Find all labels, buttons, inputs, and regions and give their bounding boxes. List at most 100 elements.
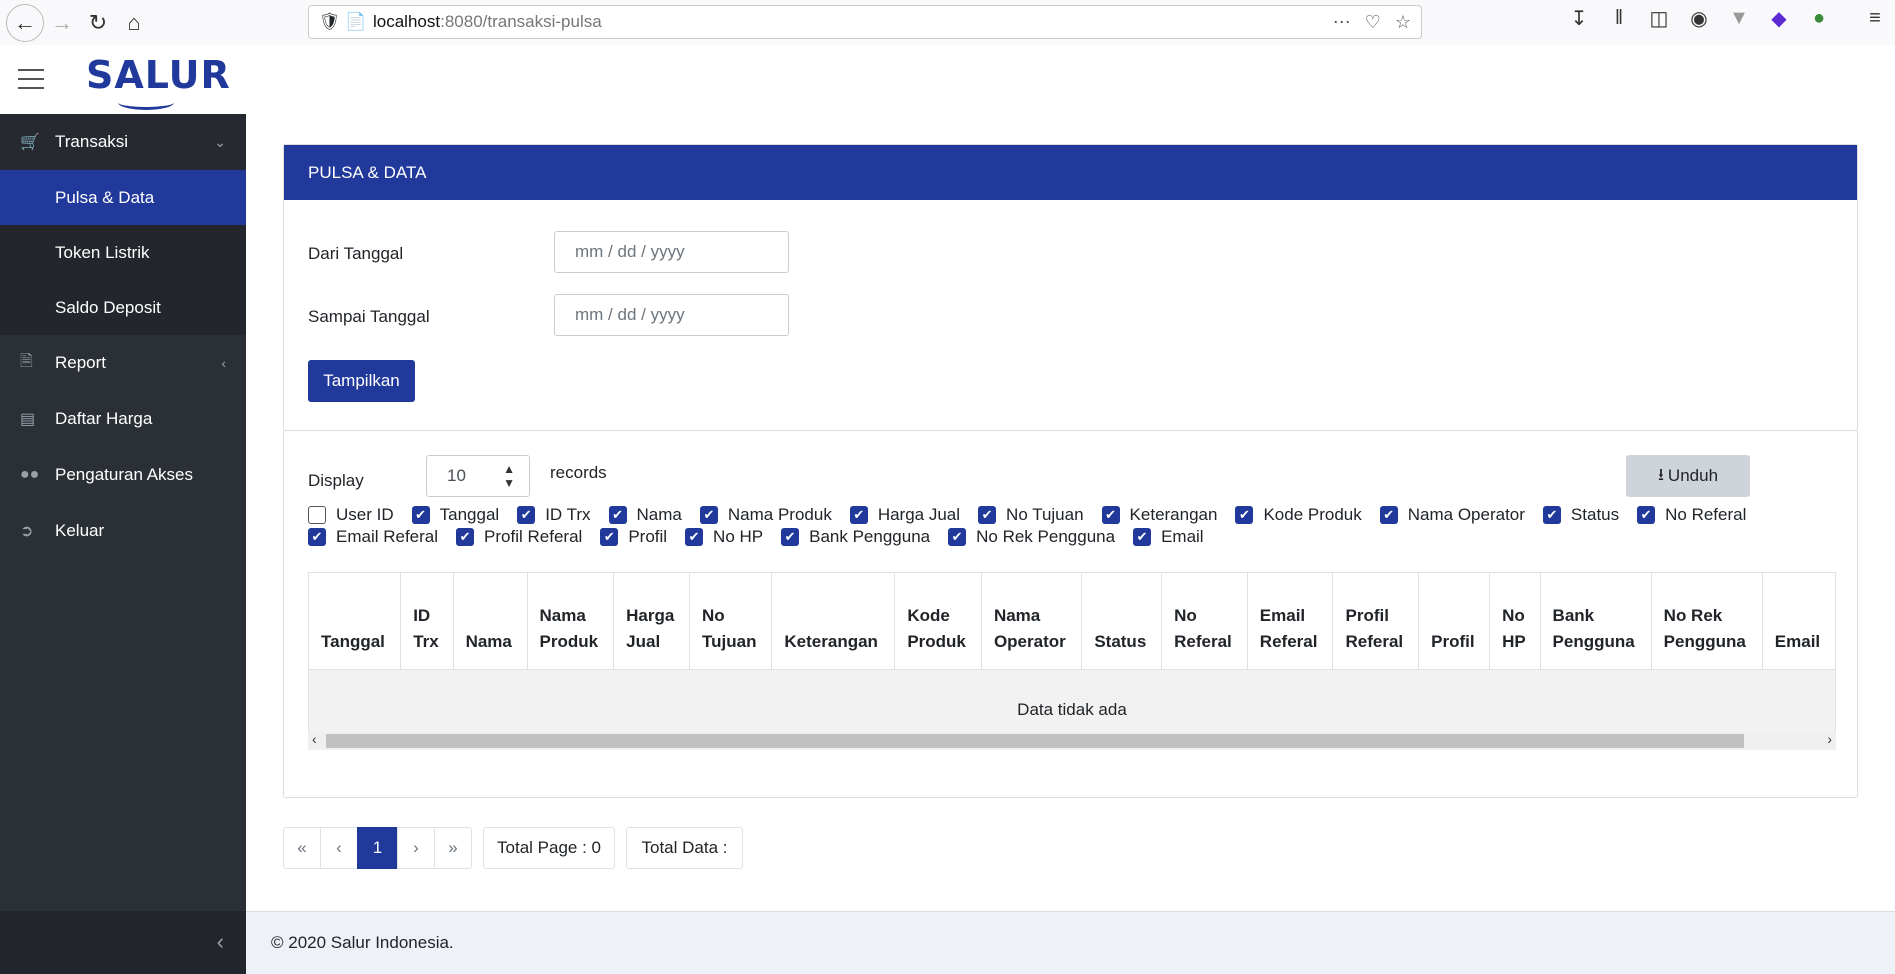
column-toggle-checkbox[interactable]: ✔ Bank Pengguna [781,527,930,547]
unduh-button[interactable]: ⭳ Unduh [1626,455,1750,497]
checkbox-checked-icon[interactable]: ✔ [1133,528,1152,546]
column-toggle-checkbox[interactable]: ✔ No Tujuan [978,505,1084,525]
checkbox-checked-icon[interactable]: ✔ [685,528,704,546]
sidebar-item-pengaturan-akses[interactable]: ●● Pengaturan Akses [0,447,246,503]
column-toggle-checkbox[interactable]: ✔ No Rek Pengguna [948,527,1115,547]
menu-icon[interactable]: ≡ [1861,7,1889,30]
prev-page-button[interactable]: ‹ [320,827,358,869]
download-icon[interactable]: ↧ [1565,6,1593,31]
table-header-cell[interactable]: Nama [452,572,528,670]
table-header-cell[interactable]: Keterangan [771,572,896,670]
table-header-cell[interactable]: Email Referal [1246,572,1334,670]
last-page-button[interactable]: » [434,827,472,869]
horizontal-scrollbar[interactable]: ‹ › [308,731,1836,750]
table-header-cell[interactable]: Status [1081,572,1163,670]
sidebar-item-transaksi[interactable]: 🛒 Transaksi ⌄ [0,114,246,170]
column-toggle-checkbox[interactable]: User ID [308,505,394,525]
column-toggle-checkbox[interactable]: ✔ Email [1133,527,1204,547]
bookmark-star-icon[interactable]: ☆ [1395,12,1411,33]
column-toggle-checkbox[interactable]: ✔ Status [1542,505,1619,525]
column-toggle-checkbox[interactable]: ✔ ID Trx [517,505,591,525]
globe-extension-icon[interactable]: ● [1805,7,1833,30]
table-header-cell[interactable]: No HP [1489,572,1541,670]
from-date-input[interactable]: mm / dd / yyyy [554,231,789,273]
checkbox-checked-icon[interactable]: ✔ [1542,506,1561,524]
sidebar-subitem-pulsa-data[interactable]: Pulsa & Data [0,170,246,225]
checkbox-checked-icon[interactable]: ✔ [608,506,627,524]
table-header-cell[interactable]: Nama Produk [526,572,615,670]
table-header-cell[interactable]: No Referal [1161,572,1248,670]
page-1-button[interactable]: 1 [357,827,398,869]
checkbox-checked-icon[interactable]: ✔ [978,506,997,524]
checkbox-unchecked-icon[interactable] [308,506,326,524]
header-text: Profil [1431,632,1475,651]
scroll-right-icon[interactable]: › [1827,731,1832,747]
scroll-left-icon[interactable]: ‹ [312,731,317,747]
to-date-input[interactable]: mm / dd / yyyy [554,294,789,336]
table-header-cell[interactable]: Tanggal [308,572,402,670]
column-toggle-checkbox[interactable]: ✔ Nama [608,505,682,525]
more-icon[interactable]: ⋯ [1333,12,1351,33]
table-header-cell[interactable]: ID Trx [400,572,454,670]
column-toggle-checkbox[interactable]: ✔ No HP [685,527,763,547]
page-size-select[interactable]: 10 ▲ ▼ [426,455,530,497]
data-table-scroll[interactable]: Tanggal ID Trx Nama Nama Produk Harga Jual No Tuj… [308,572,1836,732]
checkbox-checked-icon[interactable]: ✔ [456,528,475,546]
checkbox-checked-icon[interactable]: ✔ [1379,506,1398,524]
hamburger-icon[interactable] [18,69,44,96]
table-header-cell[interactable]: Email [1761,572,1836,670]
checkbox-checked-icon[interactable]: ✔ [411,506,430,524]
column-toggle-checkbox[interactable]: ✔ Nama Operator [1379,505,1525,525]
column-toggle-checkbox[interactable]: ✔ Kode Produk [1235,505,1362,525]
vue-extension-icon[interactable]: ▼ [1725,7,1753,30]
table-header-cell[interactable]: Profil Referal [1332,572,1420,670]
table-header-cell[interactable]: Kode Produk [894,572,982,670]
library-icon[interactable]: ‖ [1605,7,1633,30]
sidebar-subitem-token-listrik[interactable]: Token Listrik [0,225,246,280]
collapse-chevron-icon[interactable]: ‹ [217,929,224,955]
table-header-cell[interactable]: Harga Jual [613,572,691,670]
table-header-cell[interactable]: Nama Operator [980,572,1083,670]
sidebar-item-report[interactable]: 🗎 Report ‹ [0,335,246,391]
checkbox-checked-icon[interactable]: ✔ [849,506,868,524]
account-icon[interactable]: ◉ [1685,6,1713,31]
checkbox-checked-icon[interactable]: ✔ [1101,506,1120,524]
table-header-cell[interactable]: Profil [1418,572,1491,670]
sidebar-item-daftar-harga[interactable]: ▤ Daftar Harga [0,391,246,447]
extension-icon[interactable]: ◆ [1765,6,1793,31]
checkbox-checked-icon[interactable]: ✔ [308,528,326,546]
reload-icon[interactable]: ↻ [80,5,116,41]
address-bar[interactable]: 🛡 📄 localhost:8080/transaksi-pulsa ⋯ ♡ ☆ [308,5,1422,39]
column-toggle-checkbox[interactable]: ✔ Nama Produk [699,505,832,525]
scrollbar-thumb[interactable] [326,734,1744,748]
checkbox-checked-icon[interactable]: ✔ [1235,506,1254,524]
sidebar-toggle-icon[interactable]: ◫ [1645,6,1673,31]
checkbox-checked-icon[interactable]: ✔ [600,528,619,546]
column-toggle-checkbox[interactable]: ✔ No Referal [1637,505,1746,525]
checkbox-checked-icon[interactable]: ✔ [517,506,536,524]
checkbox-checked-icon[interactable]: ✔ [699,506,718,524]
pocket-icon[interactable]: ♡ [1365,12,1381,33]
next-page-button[interactable]: › [397,827,435,869]
checkbox-checked-icon[interactable]: ✔ [948,528,967,546]
back-arrow-icon[interactable]: ← [6,3,44,42]
sidebar-item-keluar[interactable]: ➲ Keluar [0,503,246,559]
sidebar-subitem-saldo-deposit[interactable]: Saldo Deposit [0,280,246,335]
forward-arrow-icon[interactable]: → [44,5,80,41]
column-toggle-checkbox[interactable]: ✔ Profil Referal [456,527,582,547]
column-toggle-checkbox[interactable]: ✔ Profil [600,527,667,547]
table-header-cell[interactable]: No Rek Pengguna [1650,572,1763,670]
logo[interactable]: SALUR [86,53,231,97]
table-header-cell[interactable]: Bank Pengguna [1539,572,1652,670]
column-toggle-checkbox[interactable]: ✔ Keterangan [1101,505,1217,525]
column-toggle-checkbox[interactable]: ✔ Email Referal [308,527,438,547]
column-toggle-checkbox[interactable]: ✔ Harga Jual [849,505,960,525]
checkbox-checked-icon[interactable]: ✔ [1637,506,1656,524]
table-header-cell[interactable]: No Tujuan [689,572,773,670]
tampilkan-button[interactable]: Tampilkan [308,360,415,402]
checkbox-checked-icon[interactable]: ✔ [781,528,800,546]
column-toggle-checkbox[interactable]: ✔ Tanggal [411,505,499,525]
unduh-label: Unduh [1667,466,1719,485]
first-page-button[interactable]: « [283,827,321,869]
home-icon[interactable]: ⌂ [116,5,152,41]
